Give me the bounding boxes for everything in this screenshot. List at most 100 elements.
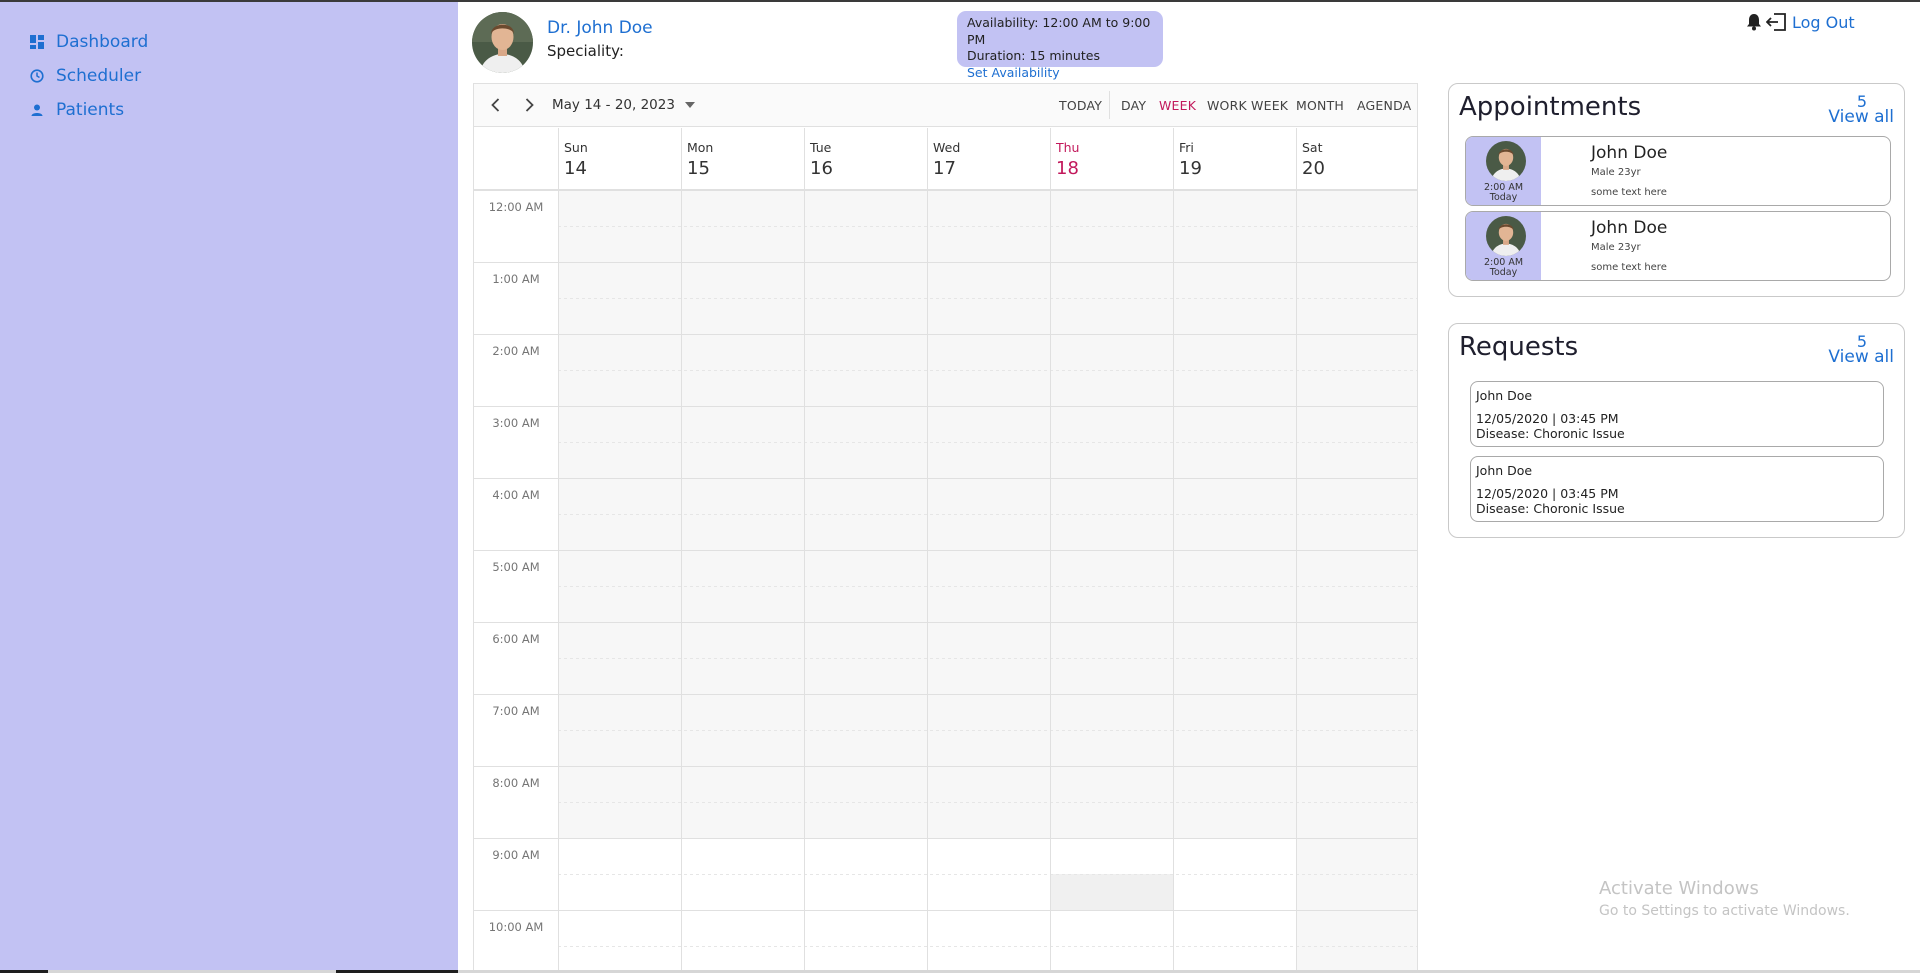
requests-view-all-link[interactable]: View all	[1828, 347, 1894, 367]
half-hour-line	[558, 946, 1417, 947]
bell-icon[interactable]	[1746, 13, 1762, 31]
view-agenda-button[interactable]: AGENDA	[1357, 98, 1411, 113]
date-range-picker[interactable]: May 14 - 20, 2023	[552, 97, 695, 113]
day-header-fri[interactable]: Fri 19	[1173, 128, 1296, 190]
request-datetime: 12/05/2020 | 03:45 PM	[1476, 486, 1619, 501]
request-patient-name: John Doe	[1476, 463, 1533, 478]
caret-down-icon	[684, 102, 695, 108]
windows-activation-title: Activate Windows	[1599, 878, 1759, 899]
view-week-button[interactable]: WEEK	[1159, 98, 1196, 113]
appointment-item[interactable]: 2:00 AM Today John Doe Male 23yr some te…	[1465, 136, 1891, 206]
appointment-time: 2:00 AM Today	[1466, 258, 1541, 278]
half-hour-line	[558, 226, 1417, 227]
hour-line	[474, 262, 1417, 263]
appointment-note: some text here	[1591, 262, 1667, 273]
sidebar-item-label: Patients	[56, 100, 125, 120]
half-hour-line	[558, 802, 1417, 803]
day-name: Fri	[1179, 140, 1194, 155]
appointments-view-all-link[interactable]: View all	[1828, 107, 1894, 127]
time-label: 3:00 AM	[492, 416, 540, 430]
speciality-label: Speciality:	[547, 42, 624, 60]
selected-slot[interactable]	[1051, 874, 1173, 910]
requests-card: Requests 5 View all John Doe 12/05/2020 …	[1448, 323, 1905, 538]
time-label: 4:00 AM	[492, 488, 540, 502]
appointment-note: some text here	[1591, 187, 1667, 198]
doctor-name[interactable]: Dr. John Doe	[547, 18, 653, 38]
time-label: 12:00 AM	[488, 200, 544, 214]
sidebar: Dashboard Scheduler Patients	[0, 0, 458, 973]
day-name: Sat	[1302, 140, 1323, 155]
set-availability-link[interactable]: Set Availability	[967, 65, 1153, 82]
request-disease: Disease: Choronic Issue	[1476, 426, 1625, 441]
hour-line	[474, 910, 1417, 911]
appointment-patient-info: Male 23yr	[1591, 242, 1641, 253]
request-item[interactable]: John Doe 12/05/2020 | 03:45 PM Disease: …	[1470, 381, 1884, 447]
day-date: 19	[1179, 158, 1202, 179]
half-hour-line	[558, 658, 1417, 659]
logout-button[interactable]: Log Out	[1792, 13, 1855, 32]
appointment-patient-name: John Doe	[1591, 143, 1668, 163]
day-name: Sun	[564, 140, 588, 155]
day-column-line	[1050, 190, 1051, 973]
chevron-left-icon[interactable]	[485, 94, 507, 116]
day-header-sat[interactable]: Sat 20	[1296, 128, 1417, 190]
off-hours-shade	[1296, 838, 1417, 973]
dashboard-icon	[30, 35, 44, 49]
chevron-right-icon[interactable]	[518, 94, 540, 116]
day-column-line	[558, 190, 559, 973]
date-range-label: May 14 - 20, 2023	[552, 97, 675, 113]
hour-line	[474, 550, 1417, 551]
view-month-button[interactable]: MONTH	[1296, 98, 1344, 113]
availability-panel: Availability: 12:00 AM to 9:00 PM Durati…	[957, 11, 1163, 80]
appointment-item[interactable]: 2:00 AM Today John Doe Male 23yr some te…	[1465, 211, 1891, 281]
hour-line	[474, 478, 1417, 479]
appointments-card: Appointments 5 View all 2:00 AM Today Jo…	[1448, 83, 1905, 297]
day-date: 14	[564, 158, 587, 179]
day-header-wed[interactable]: Wed 17	[927, 128, 1050, 190]
toolbar-divider	[1109, 91, 1110, 119]
day-header-thu[interactable]: Thu 18	[1050, 128, 1173, 190]
view-work-week-button[interactable]: WORK WEEK	[1207, 98, 1288, 113]
day-date: 16	[810, 158, 833, 179]
sidebar-item-dashboard[interactable]: Dashboard	[30, 32, 148, 52]
time-label: 2:00 AM	[492, 344, 540, 358]
avatar	[1486, 141, 1526, 181]
request-datetime: 12/05/2020 | 03:45 PM	[1476, 411, 1619, 426]
hour-line	[474, 622, 1417, 623]
request-patient-name: John Doe	[1476, 388, 1533, 403]
appointment-time: 2:00 AM Today	[1466, 183, 1541, 203]
day-date: 17	[933, 158, 956, 179]
day-column-line	[1173, 190, 1174, 973]
day-column-line	[804, 190, 805, 973]
duration-text: Duration: 15 minutes	[967, 48, 1100, 63]
sidebar-item-scheduler[interactable]: Scheduler	[30, 66, 141, 86]
day-header-sun[interactable]: Sun 14	[558, 128, 681, 190]
half-hour-line	[558, 442, 1417, 443]
avatar	[1486, 216, 1526, 256]
hour-line	[474, 406, 1417, 407]
appointment-patient-info: Male 23yr	[1591, 167, 1641, 178]
requests-title: Requests	[1459, 332, 1579, 362]
time-label: 5:00 AM	[492, 560, 540, 574]
windows-activation-subtitle: Go to Settings to activate Windows.	[1599, 903, 1850, 919]
sidebar-item-patients[interactable]: Patients	[30, 100, 124, 120]
day-header-mon[interactable]: Mon 15	[681, 128, 804, 190]
half-hour-line	[558, 298, 1417, 299]
logout-icon[interactable]	[1766, 12, 1788, 32]
half-hour-line	[558, 730, 1417, 731]
half-hour-line	[558, 586, 1417, 587]
day-header-tue[interactable]: Tue 16	[804, 128, 927, 190]
half-hour-line	[558, 874, 1417, 875]
request-item[interactable]: John Doe 12/05/2020 | 03:45 PM Disease: …	[1470, 456, 1884, 522]
time-column-header	[474, 128, 558, 190]
view-day-button[interactable]: DAY	[1121, 98, 1146, 113]
sidebar-item-label: Scheduler	[56, 66, 142, 86]
day-name: Wed	[933, 140, 961, 155]
availability-text: Availability: 12:00 AM to 9:00 PM	[967, 15, 1151, 47]
hour-line	[474, 766, 1417, 767]
time-label: 1:00 AM	[492, 272, 540, 286]
today-button[interactable]: TODAY	[1059, 98, 1102, 113]
doctor-avatar	[472, 12, 533, 73]
day-column-line	[681, 190, 682, 973]
header-actions: Log Out	[1746, 12, 1855, 32]
